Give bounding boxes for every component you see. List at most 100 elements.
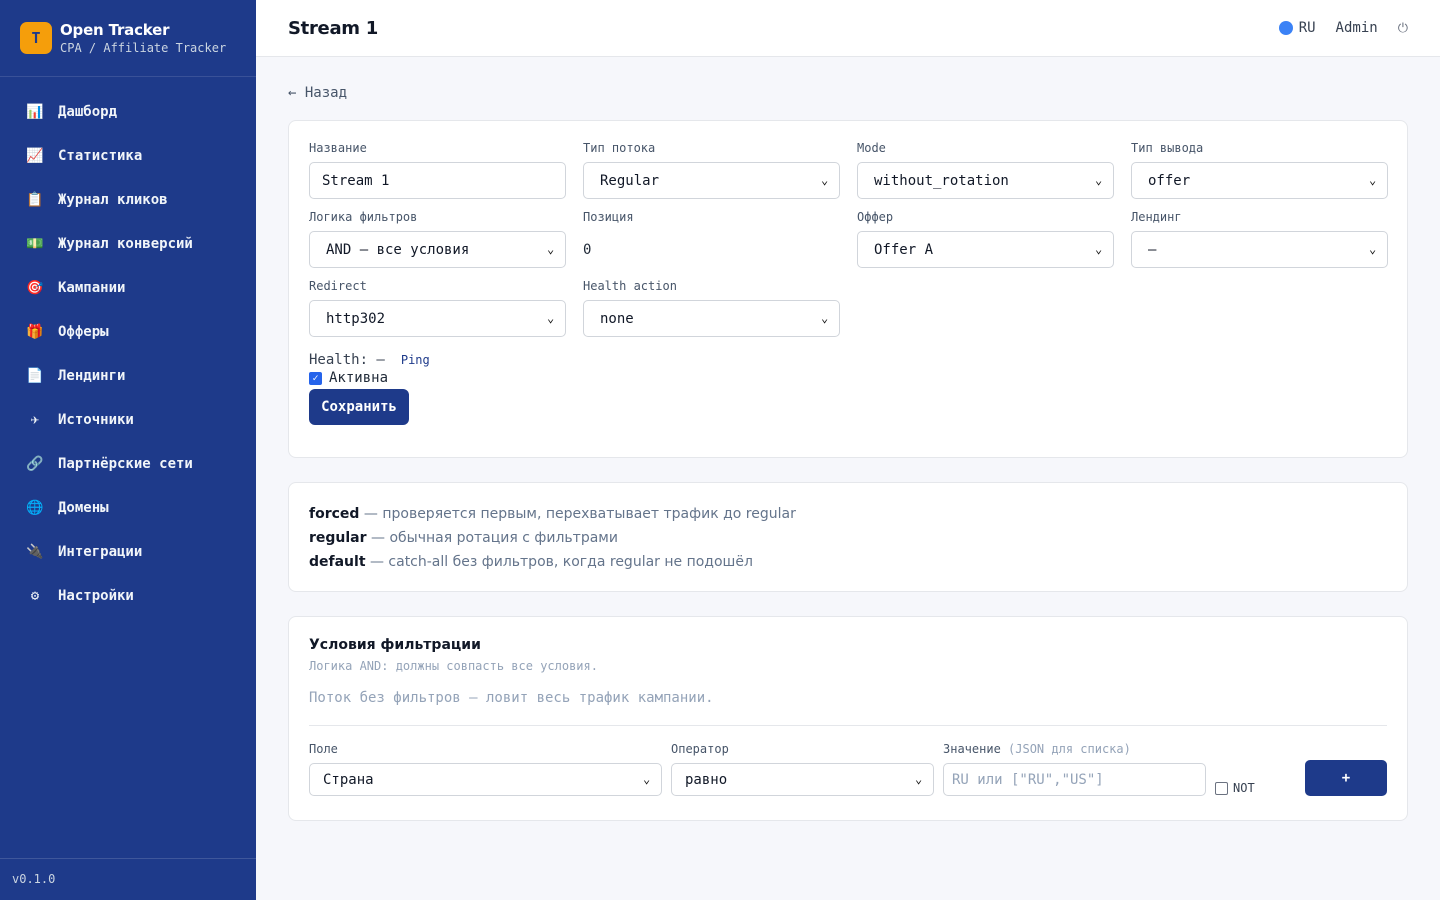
- landing-label: Лендинг: [1131, 210, 1182, 224]
- offer-label: Оффер: [857, 210, 894, 224]
- filters-title: Условия фильтрации: [309, 637, 481, 653]
- value-input[interactable]: RU или ["RU","US"]: [943, 763, 1206, 796]
- not-toggle[interactable]: NOT: [1215, 781, 1255, 795]
- health-action-select[interactable]: none ⌄: [583, 300, 840, 337]
- value-label-hint: (JSON для списка): [1008, 742, 1131, 756]
- field-label: Поле: [309, 742, 338, 756]
- brand-logo: T: [20, 22, 52, 54]
- mode-select[interactable]: without_rotation ⌄: [857, 162, 1114, 199]
- nav-icon: 📄: [26, 368, 44, 384]
- name-input[interactable]: Stream 1: [309, 162, 566, 199]
- offer-select[interactable]: Offer A ⌄: [857, 231, 1114, 268]
- sidebar-item-label: Дашборд: [58, 104, 118, 120]
- active-toggle[interactable]: ✓ Активна: [309, 370, 1387, 386]
- health-status: Health: — Ping: [309, 352, 1387, 368]
- nav-icon: 🌐: [26, 500, 44, 516]
- active-label: Активна: [329, 370, 389, 386]
- logic-select[interactable]: AND — все условия ⌄: [309, 231, 566, 268]
- stream-form-card: Название Stream 1 Тип потока Regular ⌄ Mo…: [288, 120, 1408, 458]
- position-input[interactable]: 0: [583, 231, 840, 268]
- sidebar-item-8[interactable]: 🔗 Партнёрские сети: [0, 442, 256, 486]
- nav-icon: ✈: [30, 412, 40, 428]
- value-label-text: Значение: [943, 742, 1001, 756]
- sidebar-item-10[interactable]: 🔌 Интеграции: [0, 530, 256, 574]
- sidebar-item-2[interactable]: 📋 Журнал кликов: [0, 178, 256, 222]
- nav-icon: 🎁: [26, 324, 44, 340]
- output-value: offer: [1148, 172, 1191, 189]
- main-content: ← Назад Название Stream 1 Тип потока Reg…: [256, 57, 1440, 821]
- filters-empty-note: Поток без фильтров — ловит весь трафик к…: [309, 690, 1387, 726]
- sidebar-item-4[interactable]: 🎯 Кампании: [0, 266, 256, 310]
- language-switcher[interactable]: RU: [1278, 20, 1316, 36]
- sidebar-item-label: Настройки: [58, 588, 134, 604]
- sidebar-item-label: Офферы: [58, 324, 109, 340]
- save-button[interactable]: Сохранить: [309, 389, 409, 425]
- nav-icon: 📊: [26, 104, 44, 120]
- chevron-down-icon: ⌄: [821, 173, 829, 187]
- logout-icon[interactable]: ⏻: [1398, 21, 1408, 36]
- language-label: RU: [1298, 20, 1316, 36]
- nav-icon: ⚙: [30, 588, 40, 604]
- logic-label: Логика фильтров: [309, 210, 418, 224]
- info-line: regular — обычная ротация с фильтрами: [309, 526, 1387, 550]
- sidebar: T Open Tracker CPA / Affiliate Tracker 📊…: [0, 0, 256, 900]
- back-link[interactable]: ← Назад: [288, 85, 347, 101]
- chevron-down-icon: ⌄: [643, 772, 651, 786]
- redirect-label: Redirect: [309, 279, 367, 293]
- sidebar-item-5[interactable]: 🎁 Офферы: [0, 310, 256, 354]
- info-line: default — catch-all без фильтров, когда …: [309, 550, 1387, 574]
- brand-name: Open Tracker: [60, 21, 170, 39]
- page-title: Stream 1: [288, 17, 378, 39]
- chevron-down-icon: ⌄: [1369, 242, 1377, 256]
- sidebar-item-3[interactable]: 💵 Журнал конверсий: [0, 222, 256, 266]
- sidebar-item-7[interactable]: ✈ Источники: [0, 398, 256, 442]
- sidebar-item-1[interactable]: 📈 Статистика: [0, 134, 256, 178]
- ping-button[interactable]: Ping: [401, 353, 430, 367]
- nav-icon: 🎯: [26, 280, 44, 296]
- landing-select[interactable]: — ⌄: [1131, 231, 1388, 268]
- info-line: forced — проверяется первым, перехватыва…: [309, 502, 1387, 526]
- user-name[interactable]: Admin: [1336, 20, 1378, 36]
- not-checkbox[interactable]: [1215, 781, 1228, 795]
- sidebar-item-label: Кампании: [58, 280, 126, 296]
- info-term: default: [309, 554, 366, 570]
- info-desc: — обычная ротация с фильтрами: [366, 530, 618, 546]
- add-filter-button[interactable]: +: [1305, 760, 1387, 796]
- nav-icon: 📈: [26, 148, 44, 164]
- sidebar-item-label: Источники: [58, 412, 134, 428]
- sidebar-item-11[interactable]: ⚙ Настройки: [0, 574, 256, 618]
- active-checkbox[interactable]: ✓: [309, 371, 322, 385]
- sidebar-item-6[interactable]: 📄 Лендинги: [0, 354, 256, 398]
- landing-value: —: [1148, 241, 1157, 258]
- filters-subtitle: Логика AND: должны совпасть все условия.: [309, 659, 598, 673]
- type-select[interactable]: Regular ⌄: [583, 162, 840, 199]
- redirect-value: http302: [326, 310, 386, 327]
- operator-value: равно: [685, 771, 728, 788]
- chevron-down-icon: ⌄: [547, 242, 555, 256]
- globe-icon: [1278, 21, 1293, 35]
- operator-select[interactable]: равно ⌄: [671, 763, 934, 796]
- sidebar-item-0[interactable]: 📊 Дашборд: [0, 90, 256, 134]
- top-header: Stream 1 RU Admin ⏻: [256, 0, 1440, 57]
- nav-icon: 📋: [26, 192, 44, 208]
- sidebar-item-label: Интеграции: [58, 544, 143, 560]
- version-label: v0.1.0: [0, 858, 256, 900]
- chevron-down-icon: ⌄: [1369, 173, 1377, 187]
- position-label: Позиция: [583, 210, 634, 224]
- chevron-down-icon: ⌄: [1095, 173, 1103, 187]
- field-value: Страна: [323, 771, 374, 788]
- brand: T Open Tracker CPA / Affiliate Tracker: [0, 0, 256, 77]
- sidebar-item-label: Журнал кликов: [58, 192, 168, 208]
- output-label: Тип вывода: [1131, 141, 1204, 155]
- info-desc: — проверяется первым, перехватывает траф…: [359, 506, 796, 522]
- field-select[interactable]: Страна ⌄: [309, 763, 662, 796]
- sidebar-item-9[interactable]: 🌐 Домены: [0, 486, 256, 530]
- brand-subtitle: CPA / Affiliate Tracker: [60, 41, 227, 55]
- info-desc: — catch-all без фильтров, когда regular …: [365, 554, 753, 570]
- nav-icon: 💵: [26, 236, 44, 252]
- chevron-down-icon: ⌄: [1095, 242, 1103, 256]
- output-select[interactable]: offer ⌄: [1131, 162, 1388, 199]
- add-filter-row: Поле Страна ⌄ Оператор равно ⌄ Значение (J…: [309, 742, 1387, 796]
- redirect-select[interactable]: http302 ⌄: [309, 300, 566, 337]
- type-label: Тип потока: [583, 141, 656, 155]
